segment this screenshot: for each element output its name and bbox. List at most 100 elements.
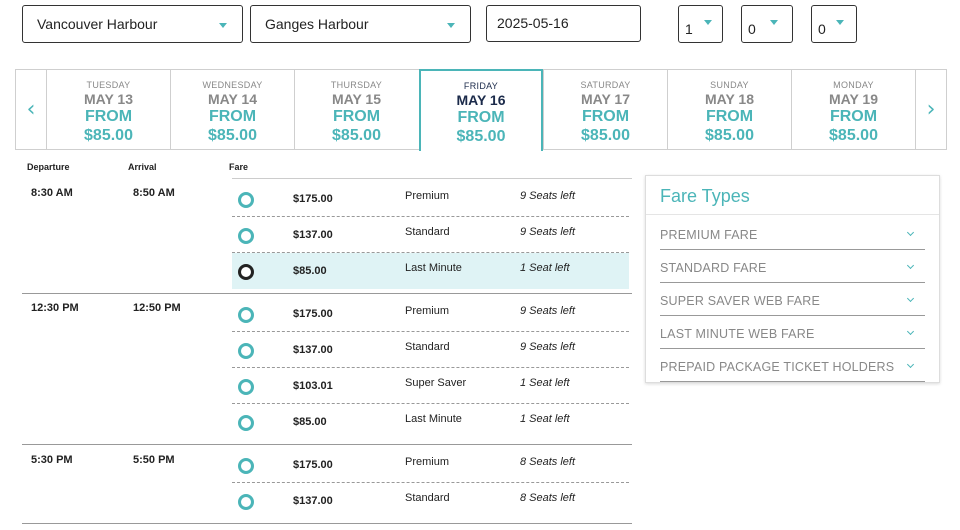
fare-type-premium[interactable]: PREMIUM FARE xyxy=(660,217,925,250)
fare-type-standard[interactable]: STANDARD FARE xyxy=(660,250,925,283)
chevron-down-icon xyxy=(704,20,712,25)
fare-price: $103.01 xyxy=(293,380,333,392)
chevron-down-icon xyxy=(770,20,778,25)
fare-row[interactable]: $103.01 Super Saver 1 Seat left xyxy=(232,368,629,404)
fare-price: $137.00 xyxy=(293,495,333,507)
fare-radio-checked[interactable] xyxy=(238,264,254,280)
passenger-count-select-1[interactable]: 1 xyxy=(678,5,723,43)
fare-price: $175.00 xyxy=(293,308,333,320)
day-date: MAY 15 xyxy=(331,91,382,107)
fare-type: Standard xyxy=(405,492,450,504)
seats-left: 1 Seat left xyxy=(520,262,570,274)
from-label: FROM xyxy=(705,108,754,125)
header-divider xyxy=(232,178,632,179)
day-price: $85.00 xyxy=(84,127,133,144)
arrival-value: Ganges Harbour xyxy=(265,16,369,32)
fare-row[interactable]: $137.00 Standard 9 Seats left xyxy=(232,217,629,253)
fare-radio[interactable] xyxy=(238,415,254,431)
day-of-week: FRIDAY xyxy=(463,81,499,91)
from-label: FROM xyxy=(208,108,257,125)
fare-price: $85.00 xyxy=(293,416,327,428)
panel-divider xyxy=(646,214,939,215)
chevron-down-icon xyxy=(906,360,915,369)
fare-price: $137.00 xyxy=(293,229,333,241)
seats-left: 9 Seats left xyxy=(520,341,576,353)
from-label: FROM xyxy=(332,108,381,125)
from-label: FROM xyxy=(457,109,505,126)
departure-select[interactable]: Vancouver Harbour xyxy=(22,5,243,43)
seats-left: 8 Seats left xyxy=(520,492,576,504)
seats-left: 1 Seat left xyxy=(520,413,570,425)
day-price: $85.00 xyxy=(208,127,257,144)
fare-price: $175.00 xyxy=(293,193,333,205)
date-value: 2025-05-16 xyxy=(497,15,569,31)
fare-row[interactable]: $85.00 Last Minute 1 Seat left xyxy=(232,404,629,440)
chevron-down-icon xyxy=(219,23,227,28)
date-tab[interactable]: WEDNESDAY MAY 14 FROM $85.00 xyxy=(170,70,294,149)
seats-left: 9 Seats left xyxy=(520,226,576,238)
date-tab[interactable]: SUNDAY MAY 18 FROM $85.00 xyxy=(667,70,791,149)
day-of-week: WEDNESDAY xyxy=(202,80,263,90)
fare-row[interactable]: $175.00 Premium 8 Seats left xyxy=(232,447,629,483)
date-tab[interactable]: THURSDAY MAY 15 FROM $85.00 xyxy=(294,70,418,149)
fare-radio[interactable] xyxy=(238,458,254,474)
chevron-down-icon xyxy=(906,294,915,303)
seats-left: 9 Seats left xyxy=(520,190,576,202)
date-tab[interactable]: MONDAY MAY 19 FROM $85.00 xyxy=(791,70,915,149)
date-input[interactable]: 2025-05-16 xyxy=(486,5,641,42)
seats-left: 8 Seats left xyxy=(520,456,576,468)
fare-radio[interactable] xyxy=(238,307,254,323)
passenger-count-select-2[interactable]: 0 xyxy=(741,5,793,43)
date-tab[interactable]: TUESDAY MAY 13 FROM $85.00 xyxy=(46,70,170,149)
fare-row[interactable]: $175.00 Premium 9 Seats left xyxy=(232,296,629,332)
departure-time: 12:30 PM xyxy=(31,302,79,314)
fare-row[interactable]: $137.00 Standard 9 Seats left xyxy=(232,332,629,368)
fare-radio[interactable] xyxy=(238,343,254,359)
fare-type-prepaid-package[interactable]: PREPAID PACKAGE TICKET HOLDERS xyxy=(660,349,925,382)
fare-type: Premium xyxy=(405,456,450,468)
chevron-right-icon[interactable]: › xyxy=(915,70,946,149)
seats-left: 1 Seat left xyxy=(520,377,570,389)
fare-price: $137.00 xyxy=(293,344,333,356)
passenger-count-select-3[interactable]: 0 xyxy=(811,5,857,43)
fare-radio[interactable] xyxy=(238,379,254,395)
fare-header: Fare xyxy=(229,162,249,172)
day-of-week: MONDAY xyxy=(833,80,874,90)
fare-radio[interactable] xyxy=(238,192,254,208)
sailing-divider xyxy=(22,523,632,524)
fare-type: Premium xyxy=(405,305,450,317)
day-of-week: THURSDAY xyxy=(330,80,383,90)
day-price: $85.00 xyxy=(705,127,754,144)
arrival-select[interactable]: Ganges Harbour xyxy=(250,5,471,43)
passenger-count-value: 1 xyxy=(685,21,693,37)
fare-price: $175.00 xyxy=(293,459,333,471)
from-label: FROM xyxy=(581,108,630,125)
fare-row[interactable]: $137.00 Standard 8 Seats left xyxy=(232,483,629,519)
day-price: $85.00 xyxy=(581,127,630,144)
departure-time: 8:30 AM xyxy=(31,187,73,199)
from-label: FROM xyxy=(84,108,133,125)
sailing-divider xyxy=(22,444,632,445)
chevron-down-icon xyxy=(906,327,915,336)
fare-type-last-minute[interactable]: LAST MINUTE WEB FARE xyxy=(660,316,925,349)
fare-type-super-saver[interactable]: SUPER SAVER WEB FARE xyxy=(660,283,925,316)
date-tab-selected[interactable]: FRIDAY MAY 16 FROM $85.00 xyxy=(419,69,543,151)
fare-price: $85.00 xyxy=(293,265,327,277)
fare-radio[interactable] xyxy=(238,494,254,510)
day-date: MAY 17 xyxy=(580,91,631,107)
seats-left: 9 Seats left xyxy=(520,305,576,317)
departure-time: 5:30 PM xyxy=(31,454,73,466)
day-of-week: SUNDAY xyxy=(710,80,749,90)
chevron-down-icon xyxy=(836,20,844,25)
day-price: $85.00 xyxy=(332,127,381,144)
day-price: $85.00 xyxy=(456,128,506,145)
chevron-left-icon[interactable]: ‹ xyxy=(16,70,46,149)
date-tab[interactable]: SATURDAY MAY 17 FROM $85.00 xyxy=(543,70,667,149)
fare-row[interactable]: $175.00 Premium 9 Seats left xyxy=(232,181,629,217)
day-date: MAY 13 xyxy=(83,91,134,107)
fare-type: Last Minute xyxy=(405,262,462,274)
fare-radio[interactable] xyxy=(238,228,254,244)
passenger-count-value: 0 xyxy=(748,21,756,37)
fare-row-selected[interactable]: $85.00 Last Minute 1 Seat left xyxy=(232,253,629,289)
fare-types-panel: Fare Types PREMIUM FARE STANDARD FARE SU… xyxy=(645,175,940,383)
